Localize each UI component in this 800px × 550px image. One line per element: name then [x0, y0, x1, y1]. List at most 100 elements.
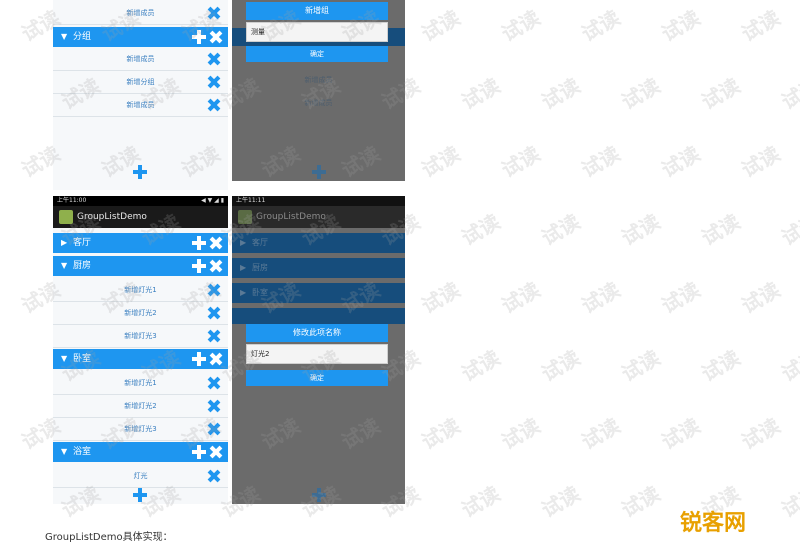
delete-icon[interactable]: [208, 76, 220, 88]
watermark-text: 试读: [537, 73, 585, 115]
dimmed-child: 新增成员: [304, 99, 333, 107]
group-header[interactable]: ▼ 分组: [53, 27, 228, 47]
group-label: 分组: [73, 32, 92, 42]
app-title: GroupListDemo: [256, 212, 326, 222]
watermark-text: 试读: [657, 141, 705, 183]
add-group-icon: [312, 165, 326, 179]
child-label: 新增灯光3: [124, 332, 157, 340]
delete-icon[interactable]: [210, 237, 222, 249]
group-label: 厨房: [73, 261, 92, 271]
group-label: 卧室: [73, 354, 92, 364]
list-item[interactable]: 新增成员: [53, 48, 228, 71]
delete-icon[interactable]: [210, 353, 222, 365]
status-bar: 上午11:00 ◀ ▼ ◢ ▮: [53, 196, 228, 206]
watermark-text: 试读: [777, 209, 800, 251]
watermark-text: 试读: [577, 141, 625, 183]
add-group-icon[interactable]: [133, 165, 147, 179]
delete-icon[interactable]: [208, 307, 220, 319]
group-header[interactable]: ▶ 客厅: [53, 233, 228, 253]
watermark-text: 试读: [457, 345, 505, 387]
watermark-text: 试读: [737, 413, 785, 455]
confirm-button[interactable]: 确定: [246, 46, 388, 62]
status-time: 上午11:00: [57, 197, 87, 204]
watermark-text: 试读: [617, 481, 665, 523]
watermark-text: 试读: [617, 209, 665, 251]
rename-input[interactable]: 灯光2: [246, 344, 388, 364]
dimmed-group: ▶ 卧室: [232, 283, 405, 303]
watermark-text: 试读: [577, 5, 625, 47]
list-item[interactable]: 新增灯光1: [53, 372, 228, 395]
add-group-icon[interactable]: [133, 488, 147, 502]
delete-icon[interactable]: [208, 7, 220, 19]
watermark-text: 试读: [657, 413, 705, 455]
phone-top-left: 新增成员 ▼ 分组 新增成员 新增分组 新增成员: [53, 0, 228, 190]
watermark-text: 试读: [657, 5, 705, 47]
list-item[interactable]: 新增成员: [53, 2, 228, 25]
phone-bottom-right: 上午11:11 GroupListDemo ▶ 客厅 ▶ 厨房 ▶ 卧室 修改此…: [232, 196, 405, 504]
group-header[interactable]: ▼ 浴室: [53, 442, 228, 462]
watermark-text: 试读: [537, 209, 585, 251]
group-header[interactable]: ▼ 卧室: [53, 349, 228, 369]
watermark-text: 试读: [697, 73, 745, 115]
list-item[interactable]: 新增灯光3: [53, 418, 228, 441]
dialog-title: 新增组: [246, 2, 388, 20]
delete-icon[interactable]: [208, 400, 220, 412]
watermark-text: 试读: [497, 5, 545, 47]
watermark-text: 试读: [417, 141, 465, 183]
add-icon[interactable]: [192, 30, 206, 44]
app-icon: [238, 210, 252, 224]
triangle-right-icon: ▶: [240, 288, 247, 297]
list-item[interactable]: 新增灯光2: [53, 395, 228, 418]
add-icon[interactable]: [192, 259, 206, 273]
triangle-down-icon: ▼: [61, 261, 68, 270]
watermark-text: 试读: [737, 5, 785, 47]
watermark-text: 试读: [697, 209, 745, 251]
delete-icon[interactable]: [208, 284, 220, 296]
child-label: 新增灯光3: [124, 425, 157, 433]
delete-icon[interactable]: [208, 99, 220, 111]
watermark-text: 试读: [497, 277, 545, 319]
delete-icon[interactable]: [208, 53, 220, 65]
status-time: 上午11:11: [236, 197, 266, 204]
group-name-input[interactable]: 测量: [246, 22, 388, 42]
delete-icon[interactable]: [208, 377, 220, 389]
delete-icon[interactable]: [208, 330, 220, 342]
add-icon[interactable]: [192, 445, 206, 459]
list-item[interactable]: 新增成员: [53, 94, 228, 117]
dimmed-group: ▶ 客厅: [232, 233, 405, 253]
watermark-text: 试读: [617, 73, 665, 115]
child-label: 新增灯光2: [124, 309, 157, 317]
watermark-text: 试读: [537, 345, 585, 387]
add-icon[interactable]: [192, 352, 206, 366]
group-header[interactable]: ▼ 厨房: [53, 256, 228, 276]
list-item[interactable]: 新增灯光1: [53, 279, 228, 302]
watermark-text: 试读: [577, 277, 625, 319]
confirm-button[interactable]: 确定: [246, 370, 388, 386]
watermark-text: 试读: [777, 73, 800, 115]
delete-icon[interactable]: [208, 423, 220, 435]
status-icons: ◀ ▼ ◢ ▮: [201, 197, 224, 204]
delete-icon[interactable]: [210, 260, 222, 272]
list-item[interactable]: 新增分组: [53, 71, 228, 94]
dimmed-group: ▶ 厨房: [232, 258, 405, 278]
delete-icon[interactable]: [210, 446, 222, 458]
list-item[interactable]: 新增灯光3: [53, 325, 228, 348]
dimmed-child: 新增成员: [304, 76, 333, 84]
list-item[interactable]: 灯光: [53, 465, 228, 488]
add-icon[interactable]: [192, 236, 206, 250]
action-bar: GroupListDemo: [53, 206, 228, 228]
new-group-dialog: 新增组 测量 确定: [246, 2, 388, 64]
action-bar: GroupListDemo: [232, 206, 405, 228]
watermark-text: 试读: [417, 5, 465, 47]
delete-icon[interactable]: [210, 31, 222, 43]
list-item[interactable]: 新增灯光2: [53, 302, 228, 325]
watermark-text: 试读: [457, 481, 505, 523]
delete-icon[interactable]: [208, 470, 220, 482]
group-label: 厨房: [252, 263, 268, 272]
status-bar: 上午11:11: [232, 196, 405, 206]
child-label: 新增成员: [126, 55, 155, 63]
watermark-text: 试读: [537, 481, 585, 523]
watermark-text: 试读: [737, 141, 785, 183]
site-logo: 锐客网: [680, 511, 747, 536]
phone-bottom-left: 上午11:00 ◀ ▼ ◢ ▮ GroupListDemo ▶ 客厅 ▼ 厨房 …: [53, 196, 228, 504]
